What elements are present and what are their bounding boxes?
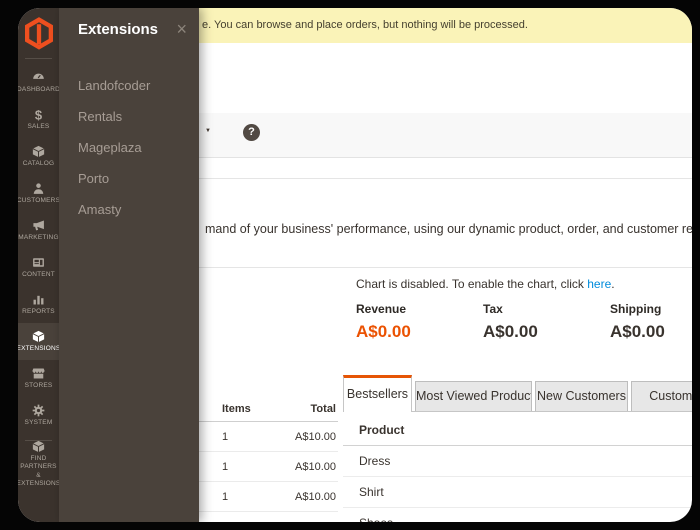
stores-icon [32,366,45,380]
sidebar-item-find-partners[interactable]: FIND PARTNERS & EXTENSIONS [18,443,59,485]
content-icon [32,255,45,269]
sidebar-item-marketing[interactable]: MARKETING [18,212,59,249]
flyout-menu-list: Landofcoder Rentals Mageplaza Porto Amas… [59,70,199,225]
magento-admin-window: e. You can browse and place orders, but … [18,8,692,522]
sidebar-item-label: SALES [28,123,50,131]
chart-disabled-text-suffix: . [611,277,614,291]
customers-icon [32,181,45,195]
total-label: Revenue [356,302,483,316]
find-partners-icon [32,440,45,453]
orders-total-header[interactable]: Total [258,403,338,415]
flyout-title: Extensions [78,21,158,38]
order-total-cell: A$10.00 [258,491,338,503]
sidebar-item-label: FIND PARTNERS [18,455,59,472]
dashboard-icon [32,70,45,84]
catalog-icon [32,144,45,158]
total-shipping: Shipping A$0.00 [610,302,692,342]
sidebar-item-label: REPORTS [22,308,55,316]
total-value: A$0.00 [356,322,483,342]
sidebar-item-reports[interactable]: REPORTS [18,286,59,323]
sidebar-item-label: EXTENSIONS [18,345,60,353]
total-value: A$0.00 [483,322,610,342]
sidebar-item-dashboard[interactable]: DASHBOARD [18,64,59,101]
sidebar-item-label: DASHBOARD [18,86,60,94]
advanced-reporting-text: mand of your business' performance, usin… [205,222,692,236]
sidebar-item-sales[interactable]: $ SALES [18,101,59,138]
sidebar-item-system[interactable]: SYSTEM [18,397,59,434]
sidebar-item-label: CATALOG [23,160,55,168]
order-total-cell: A$10.00 [258,431,338,443]
total-revenue: Revenue A$0.00 [356,302,483,342]
flyout-item-rentals[interactable]: Rentals [59,101,199,132]
flyout-header: Extensions × [59,8,199,38]
sidebar-item-customers[interactable]: CUSTOMERS [18,175,59,212]
reports-icon [32,292,45,306]
list-item[interactable]: Shirt [343,477,692,508]
extensions-flyout: Extensions × Landofcoder Rentals Magepla… [59,8,199,522]
tab-bestsellers[interactable]: Bestsellers [343,375,412,412]
bestsellers-panel: Product Dress Shirt Shoes [343,412,692,522]
svg-text:$: $ [35,108,43,121]
flyout-item-landofcoder[interactable]: Landofcoder [59,70,199,101]
sidebar-item-label: MARKETING [18,234,58,242]
sidebar-item-extensions[interactable]: EXTENSIONS [18,323,59,360]
list-item[interactable]: Shoes [343,508,692,522]
sidebar-item-label: SYSTEM [25,419,53,427]
tab-most-viewed-products[interactable]: Most Viewed Products [415,381,532,412]
sidebar-item-label: CONTENT [22,271,55,279]
tab-customers[interactable]: Customers [631,381,692,412]
sidebar-item-catalog[interactable]: CATALOG [18,138,59,175]
chart-disabled-note: Chart is disabled. To enable the chart, … [356,277,615,291]
store-scope-caret-icon[interactable]: ▼ [205,128,211,134]
bestsellers-product-header: Product [343,412,692,446]
demo-store-notice-text: e. You can browse and place orders, but … [202,8,528,43]
sidebar-item-content[interactable]: CONTENT [18,249,59,286]
total-value: A$0.00 [610,322,692,342]
flyout-item-amasty[interactable]: Amasty [59,194,199,225]
sidebar-item-label: CUSTOMERS [18,197,60,205]
total-label: Shipping [610,302,692,316]
sidebar-item-label: STORES [25,382,53,390]
total-label: Tax [483,302,610,316]
order-total-cell: A$10.00 [258,521,338,523]
total-tax: Tax A$0.00 [483,302,610,342]
tab-new-customers[interactable]: New Customers [535,381,628,412]
admin-sidebar: DASHBOARD $ SALES CATALOG CUSTOMERS MARK… [18,8,59,522]
sidebar-divider [25,58,52,59]
flyout-item-mageplaza[interactable]: Mageplaza [59,132,199,163]
dashboard-tabs: Bestsellers Most Viewed Products New Cus… [343,375,692,412]
help-icon[interactable]: ? [243,124,260,141]
order-total-cell: A$10.00 [258,461,338,473]
sales-icon: $ [32,107,45,121]
chart-disabled-text: Chart is disabled. To enable the chart, … [356,277,587,291]
close-icon[interactable]: × [174,20,189,38]
extensions-icon [32,329,45,343]
dashboard-totals: Revenue A$0.00 Tax A$0.00 Shipping A$0.0… [356,302,692,342]
sidebar-item-stores[interactable]: STORES [18,360,59,397]
sidebar-item-label: & EXTENSIONS [18,472,60,489]
magento-logo[interactable] [18,8,59,58]
list-item[interactable]: Dress [343,446,692,477]
enable-chart-link[interactable]: here [587,277,611,291]
marketing-icon [32,218,45,232]
system-gear-icon [32,403,45,417]
flyout-item-porto[interactable]: Porto [59,163,199,194]
